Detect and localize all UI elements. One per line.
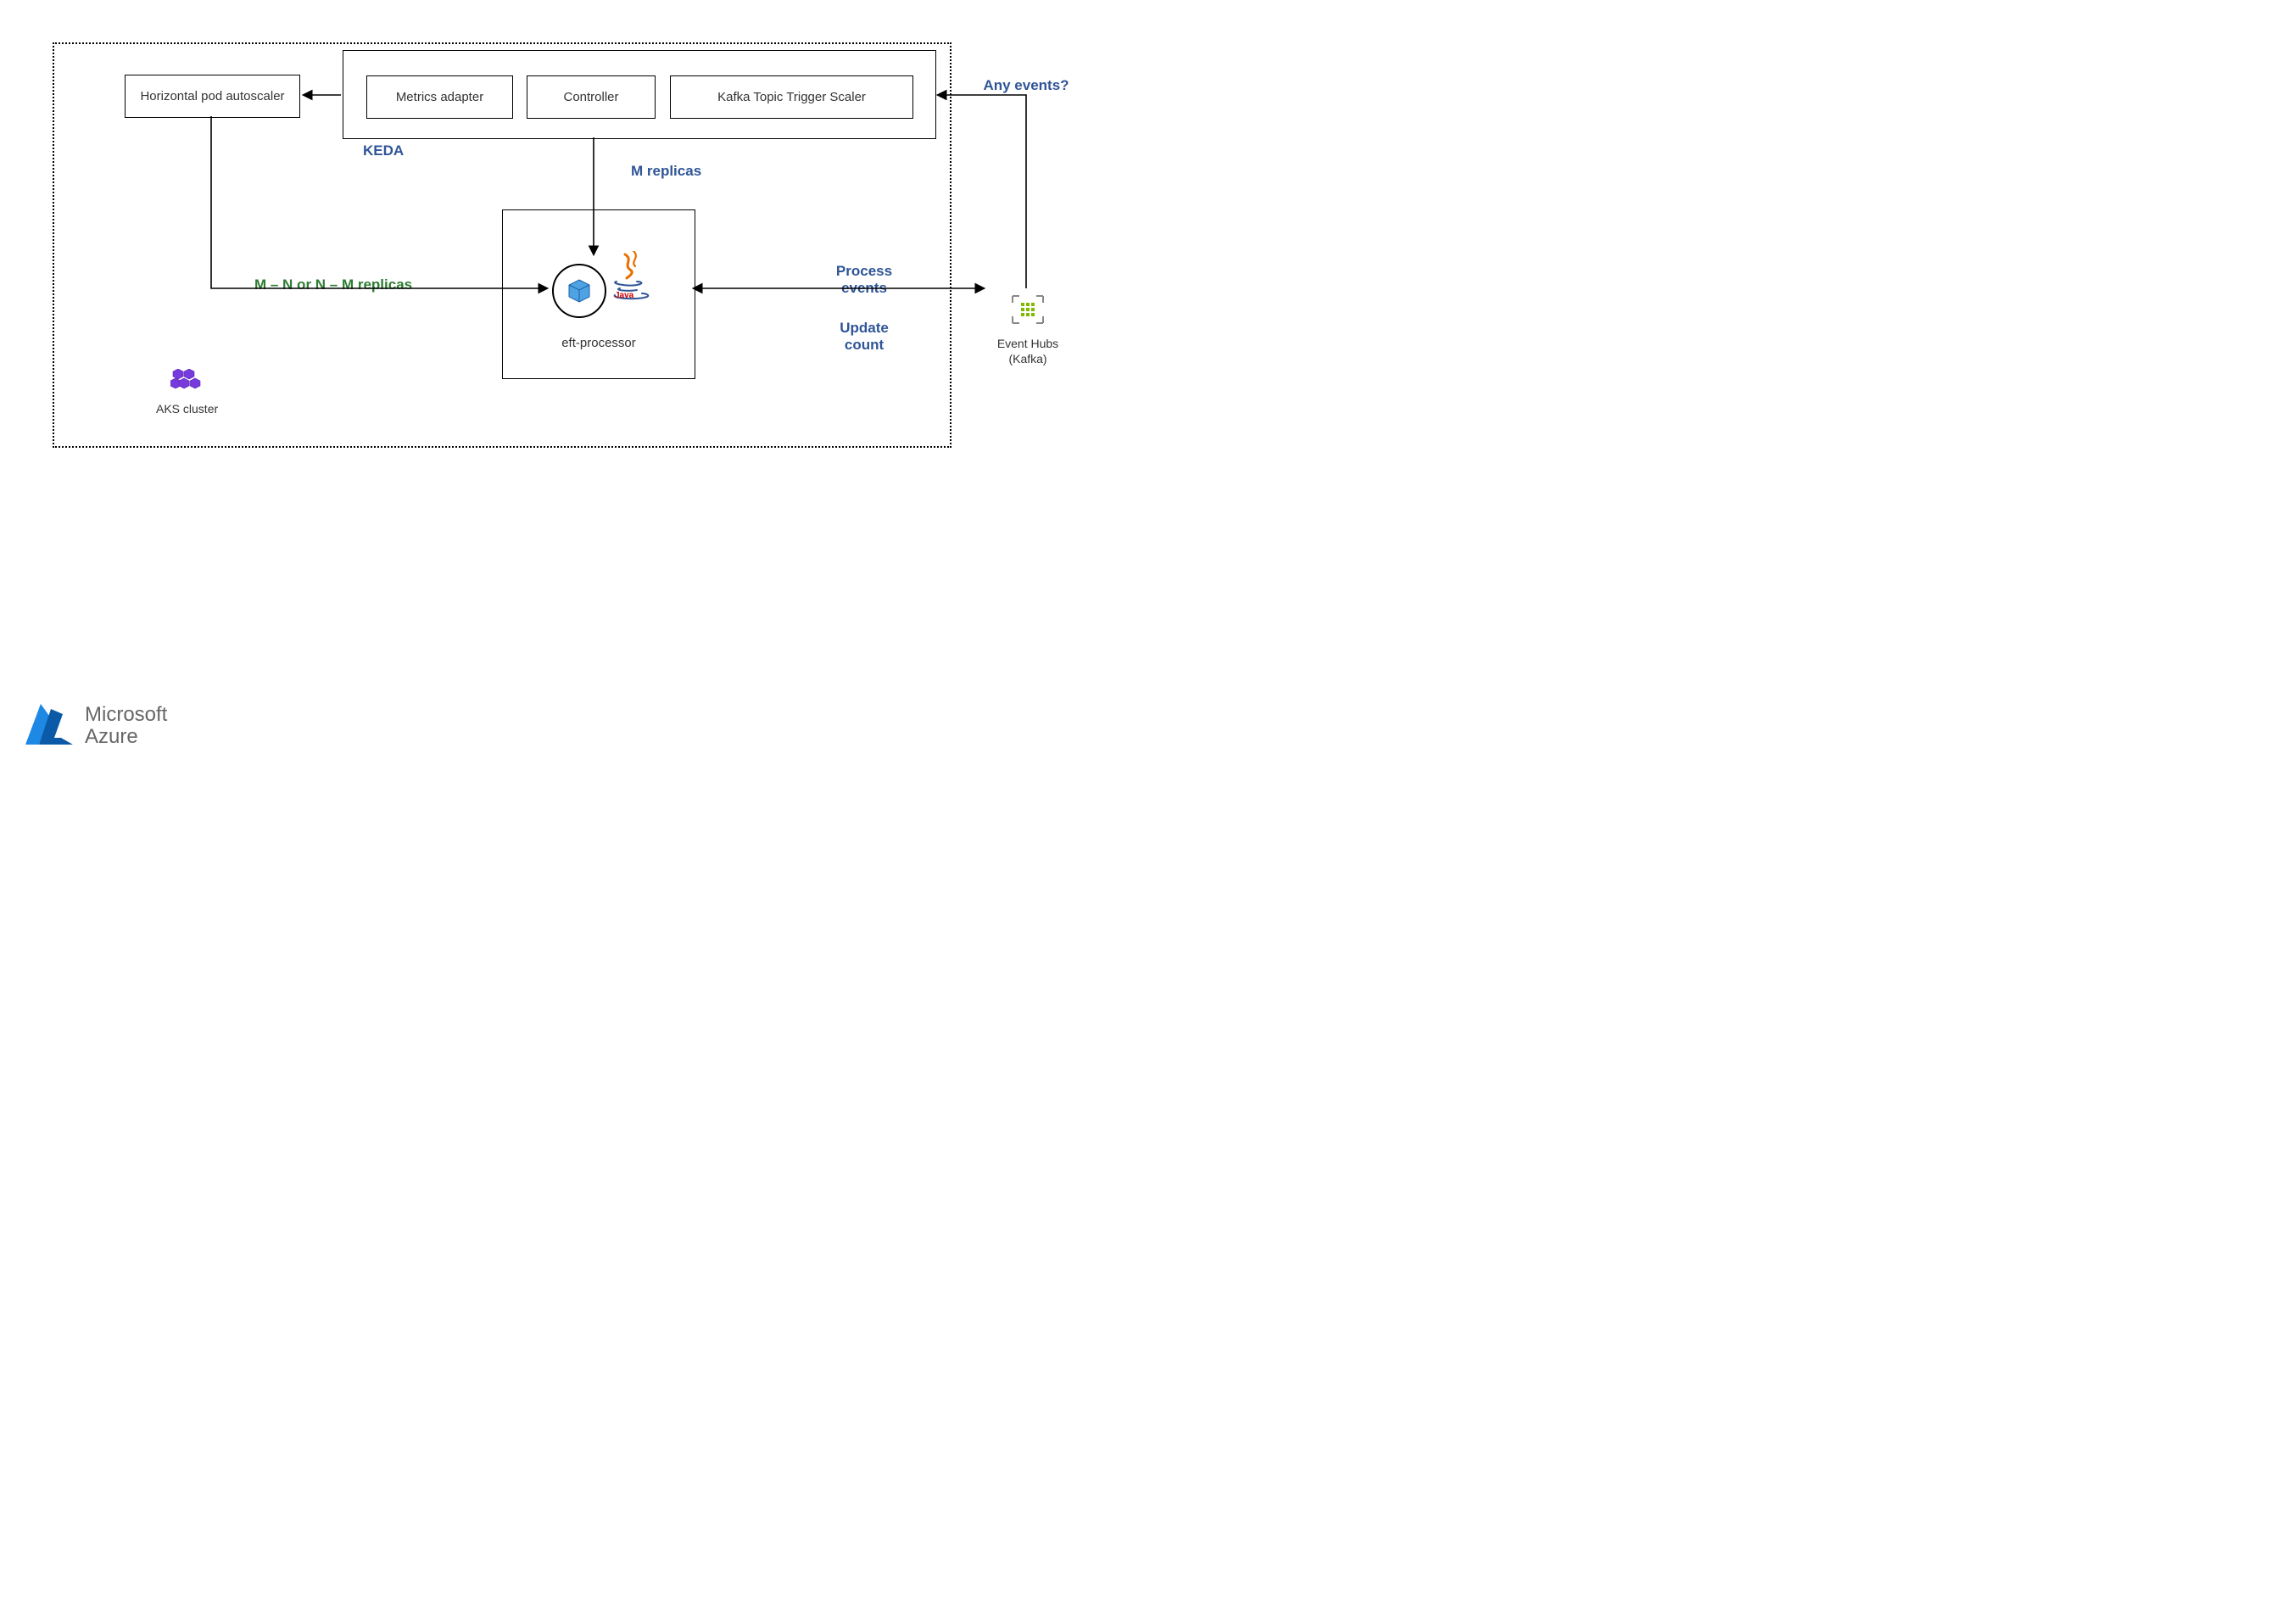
pod-circle-icon <box>552 264 606 318</box>
update-count-label: Update count <box>826 320 902 354</box>
aks-cluster-container: Horizontal pod autoscaler Metrics adapte… <box>53 42 951 448</box>
event-hubs-line2: (Kafka) <box>1008 352 1046 366</box>
kafka-scaler-label: Kafka Topic Trigger Scaler <box>717 90 866 104</box>
event-hubs-line1: Event Hubs <box>997 337 1058 350</box>
process-events-label: Process events <box>826 263 902 297</box>
hpa-box: Horizontal pod autoscaler <box>125 75 300 118</box>
azure-logo: Microsoft Azure <box>24 702 167 750</box>
aks-cluster-label: AKS cluster <box>156 402 218 416</box>
event-hubs-label: Event Hubs (Kafka) <box>994 336 1062 366</box>
azure-logo-icon <box>24 702 76 750</box>
metrics-adapter-box: Metrics adapter <box>366 75 513 119</box>
controller-box: Controller <box>527 75 656 119</box>
svg-text:Java: Java <box>615 291 634 300</box>
hpa-label: Horizontal pod autoscaler <box>140 89 284 103</box>
eft-processor-pod: Java eft-processor <box>502 209 695 379</box>
controller-label: Controller <box>563 90 618 104</box>
java-icon: Java <box>611 251 650 304</box>
event-hubs-block: Event Hubs (Kafka) <box>994 293 1062 366</box>
brand-line1: Microsoft <box>85 703 167 726</box>
aks-hexes-icon <box>170 369 204 393</box>
m-replicas-label: M replicas <box>631 163 701 180</box>
event-hubs-icon <box>1011 293 1045 326</box>
eft-processor-label: eft-processor <box>503 336 695 350</box>
cube-icon <box>568 279 590 303</box>
keda-label: KEDA <box>363 142 404 159</box>
metrics-adapter-label: Metrics adapter <box>396 90 483 104</box>
brand-line2: Azure <box>85 725 138 748</box>
mn-replicas-label: M – N or N – M replicas <box>254 276 412 293</box>
any-events-label: Any events? <box>979 76 1073 95</box>
aks-icon-block: AKS cluster <box>156 369 218 416</box>
keda-container: Metrics adapter Controller Kafka Topic T… <box>343 50 936 139</box>
kafka-scaler-box: Kafka Topic Trigger Scaler <box>670 75 913 119</box>
azure-logo-text: Microsoft Azure <box>85 704 167 749</box>
